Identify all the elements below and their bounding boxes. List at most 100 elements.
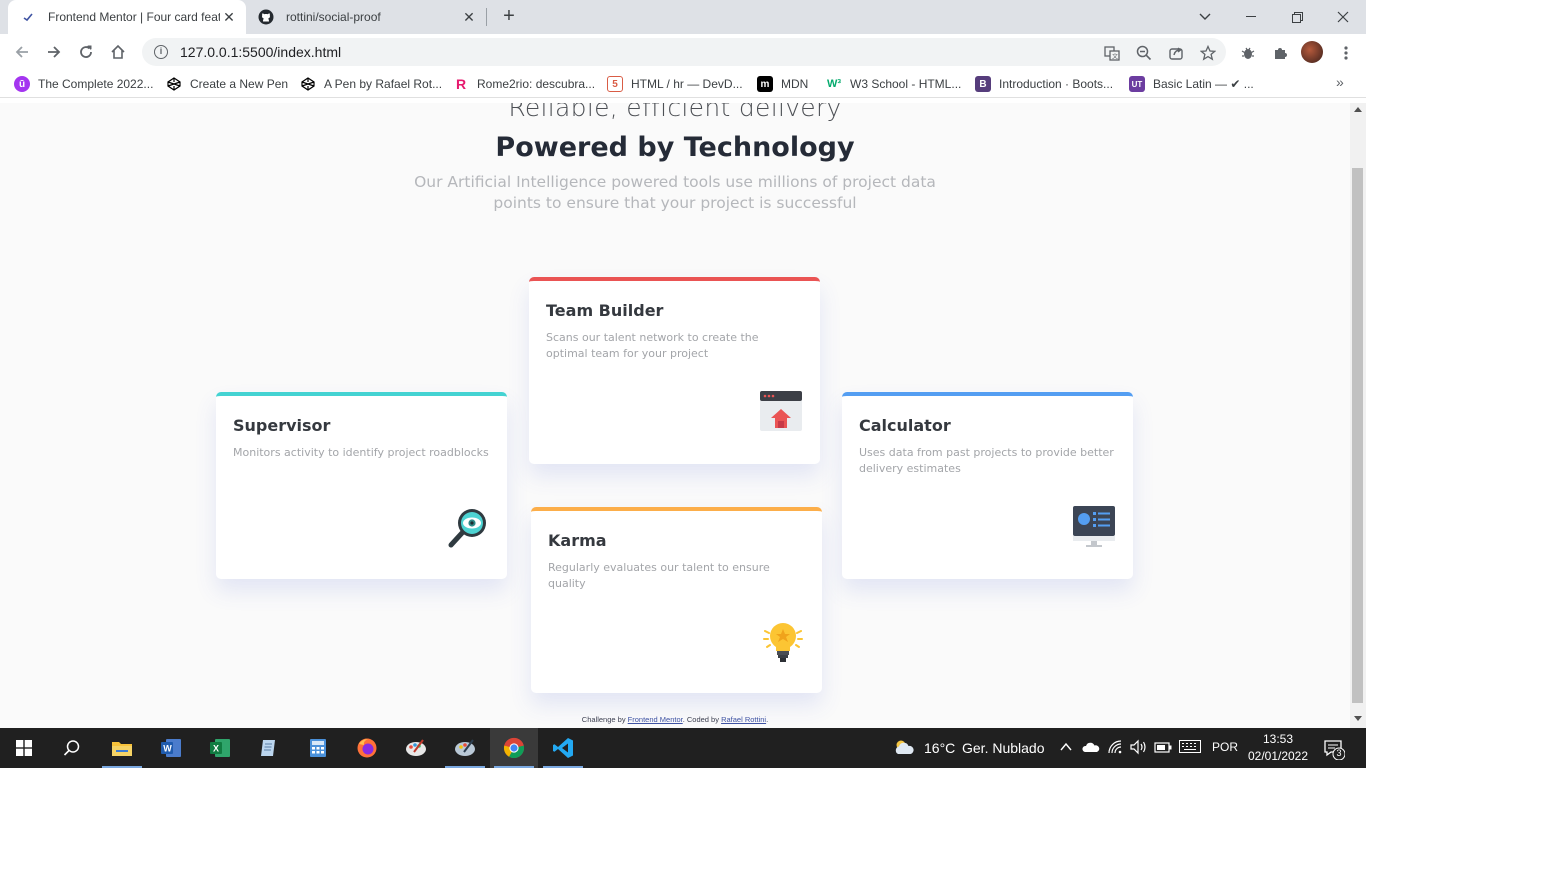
card-description: Regularly evaluates our talent to ensure… [548, 561, 770, 590]
codepen-icon [166, 76, 182, 92]
attribution: Challenge by Frontend Mentor. Coded by R… [0, 715, 1350, 724]
browser-toolbar: i 127.0.0.1:5500/index.html 文 [0, 34, 1366, 70]
back-button[interactable] [10, 40, 34, 64]
site-info-icon[interactable]: i [154, 45, 168, 59]
new-tab-button[interactable]: + [497, 5, 521, 29]
vscode-icon[interactable] [539, 728, 587, 768]
active-indicator [102, 766, 142, 768]
bootstrap-icon: B [975, 76, 991, 92]
bookmark-w3schools[interactable]: W³ W3 School - HTML... [826, 75, 961, 93]
bookmark-pen-rafael[interactable]: A Pen by Rafael Rot... [300, 75, 442, 93]
bookmark-bootstrap[interactable]: B Introduction · Boots... [975, 75, 1113, 93]
close-tab-icon[interactable]: ✕ [220, 9, 238, 26]
bookmark-rome2rio[interactable]: R Rome2rio: descubra... [453, 75, 595, 93]
profile-avatar[interactable] [1301, 41, 1323, 63]
translate-icon[interactable]: 文 [1103, 44, 1121, 62]
menu-kebab-icon[interactable] [1335, 42, 1357, 64]
svg-text:W: W [163, 744, 172, 754]
weather-temperature[interactable]: 16°C [924, 740, 955, 756]
onedrive-cloud-icon[interactable] [1082, 740, 1100, 754]
github-icon [258, 9, 274, 25]
weather-condition[interactable]: Ger. Nublado [962, 740, 1045, 756]
excel-icon[interactable]: X [196, 728, 244, 768]
bookmarks-bar: ū The Complete 2022... Create a New Pen … [0, 70, 1366, 98]
team-builder-browser-icon [759, 390, 803, 434]
bookmark-mdn[interactable]: m MDN [757, 75, 808, 93]
card-calculator: Calculator Uses data from past projects … [842, 392, 1133, 579]
udemy-icon: ū [14, 76, 30, 92]
address-bar[interactable]: i 127.0.0.1:5500/index.html [142, 38, 1226, 66]
start-button[interactable] [0, 728, 48, 768]
active-indicator [445, 766, 485, 768]
bookmark-create-pen[interactable]: Create a New Pen [166, 75, 288, 93]
ut-icon: UT [1129, 76, 1145, 92]
word-icon[interactable]: W [147, 728, 195, 768]
close-tab-icon[interactable]: ✕ [460, 9, 478, 26]
card-description: Uses data from past projects to provide … [859, 446, 1114, 475]
chrome-icon[interactable] [490, 728, 538, 768]
svg-text:X: X [213, 744, 219, 754]
notepad-icon[interactable] [245, 728, 293, 768]
tab-frontend-mentor[interactable]: Frontend Mentor | Four card feat ✕ [8, 0, 246, 34]
home-button[interactable] [106, 40, 130, 64]
restore-button[interactable] [1274, 0, 1320, 34]
forward-button[interactable] [42, 40, 66, 64]
keyboard-icon[interactable] [1179, 740, 1203, 754]
card-title: Calculator [859, 416, 951, 435]
tab-title: rottini/social-proof [286, 10, 381, 24]
taskbar-search-icon[interactable] [48, 728, 96, 768]
bookmark-star-icon[interactable] [1199, 44, 1217, 62]
tab-social-proof[interactable]: rottini/social-proof ✕ [248, 0, 486, 34]
extensions-puzzle-icon[interactable] [1269, 42, 1291, 64]
notification-center-icon[interactable]: 3 [1323, 738, 1346, 761]
extension-bug-icon[interactable] [1237, 42, 1259, 64]
hero-bold-heading: Powered by Technology [495, 132, 855, 163]
vertical-scrollbar[interactable] [1350, 103, 1366, 728]
bookmark-label: A Pen by Rafael Rot... [324, 77, 443, 91]
reload-button[interactable] [74, 40, 98, 64]
magnifier-eye-icon [446, 505, 490, 549]
minimize-button[interactable] [1228, 0, 1274, 34]
svg-text:文: 文 [1112, 53, 1118, 61]
show-hidden-icons-chevron-icon[interactable] [1059, 740, 1073, 754]
input-language[interactable]: POR [1212, 740, 1238, 754]
active-indicator [543, 766, 583, 768]
zoom-out-icon[interactable] [1135, 44, 1153, 62]
bookmark-label: Basic Latin — ✔ ... [1153, 77, 1254, 91]
tab-search-icon[interactable] [1182, 0, 1228, 34]
bookmark-udemy[interactable]: ū The Complete 2022... [14, 75, 153, 93]
w3schools-icon: W³ [826, 78, 842, 90]
file-explorer-icon[interactable] [98, 728, 146, 768]
attribution-middle: . Coded by [682, 715, 722, 724]
bookmark-devdocs[interactable]: 5 HTML / hr — DevD... [607, 75, 743, 93]
share-icon[interactable] [1167, 44, 1185, 62]
devdocs-icon: 5 [607, 76, 623, 92]
calculator-app-icon[interactable] [294, 728, 342, 768]
scrollbar-thumb[interactable] [1352, 168, 1363, 703]
card-title: Team Builder [546, 301, 664, 320]
bookmark-basic-latin[interactable]: UT Basic Latin — ✔ ... [1129, 75, 1254, 93]
more-bookmarks-button[interactable]: » [1336, 74, 1344, 90]
paint-icon[interactable] [392, 728, 440, 768]
paint-3d-icon[interactable] [441, 728, 489, 768]
scroll-down-arrow-icon[interactable] [1354, 716, 1362, 721]
bookmark-label: Introduction · Boots... [999, 77, 1114, 91]
active-indicator [494, 766, 534, 768]
scroll-up-arrow-icon[interactable] [1354, 107, 1362, 112]
battery-icon[interactable] [1154, 740, 1172, 754]
author-link[interactable]: Rafael Rottini [721, 715, 766, 724]
close-window-button[interactable] [1320, 0, 1366, 34]
page-viewport: Reliable, efficient delivery Powered by … [0, 103, 1350, 728]
tab-strip: Frontend Mentor | Four card feat ✕ rotti… [0, 0, 1366, 34]
tab-separator [486, 8, 487, 26]
monitor-dashboard-icon [1072, 505, 1116, 549]
bookmark-label: MDN [781, 77, 809, 91]
clock-time[interactable]: 13:53 [1246, 731, 1310, 748]
weather-cloud-icon[interactable] [893, 738, 915, 758]
bookmark-label: HTML / hr — DevD... [631, 77, 743, 91]
volume-speaker-icon[interactable] [1130, 739, 1148, 755]
network-wifi-icon[interactable] [1107, 739, 1123, 755]
firefox-icon[interactable] [343, 728, 391, 768]
frontend-mentor-link[interactable]: Frontend Mentor [628, 715, 683, 724]
clock-date[interactable]: 02/01/2022 [1246, 748, 1310, 765]
